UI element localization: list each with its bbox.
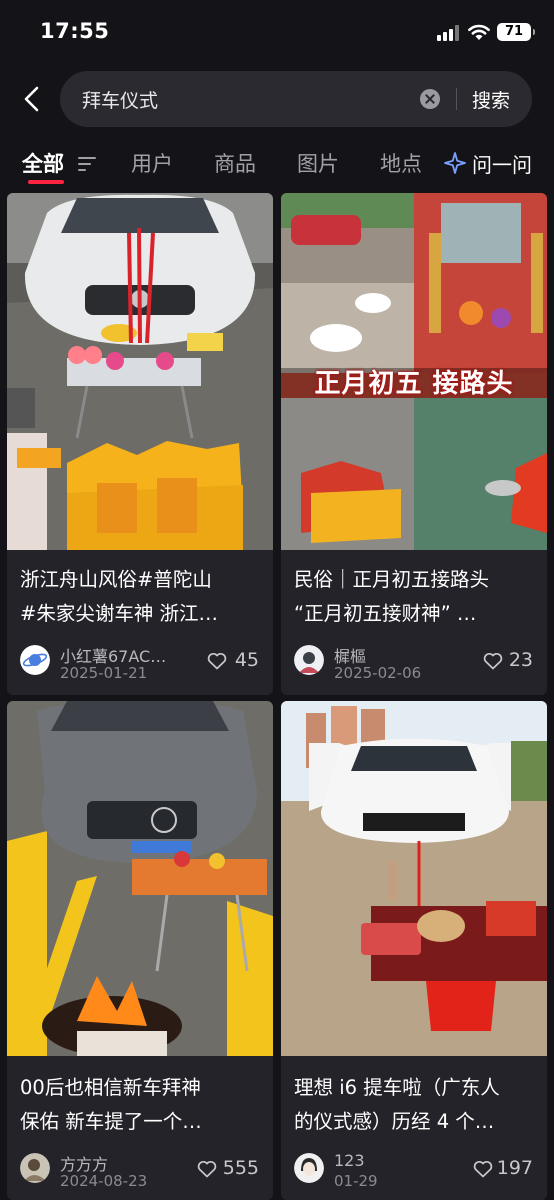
search-divider xyxy=(456,88,457,110)
search-button[interactable]: 搜索 xyxy=(472,86,510,113)
note-card[interactable]: 正月初五 接路头 民俗｜正月初五接路头 “正月初五接财神” … 樨樞 2025-… xyxy=(281,193,547,695)
avatar[interactable] xyxy=(20,645,50,675)
like-count: 555 xyxy=(222,1157,259,1179)
tab-all[interactable]: 全部 xyxy=(22,148,64,178)
heart-icon[interactable] xyxy=(197,1160,217,1178)
note-cover-image[interactable] xyxy=(281,701,547,1056)
like-count: 23 xyxy=(508,649,533,671)
wifi-icon xyxy=(468,24,490,40)
note-card[interactable]: 理想 i6 提车啦（广东人 的仪式感）历经 4 个… 123 01-29 197 xyxy=(281,701,547,1200)
tab-locations[interactable]: 地点 xyxy=(380,148,422,178)
filter-icon[interactable] xyxy=(78,157,96,171)
note-card[interactable]: 浙江舟山风俗#普陀山 #朱家尖谢车神 浙江… 小红薯67AC… 2025-01-… xyxy=(7,193,273,695)
note-title[interactable]: 浙江舟山风俗#普陀山 #朱家尖谢车神 浙江… xyxy=(20,563,265,631)
category-tabs: 全部 用户 商品 图片 地点 问一问 xyxy=(0,140,554,190)
note-title[interactable]: 理想 i6 提车啦（广东人 的仪式感）历经 4 个… xyxy=(294,1071,539,1139)
post-date: 2024-08-23 xyxy=(60,1172,148,1190)
note-cover-image[interactable] xyxy=(7,701,273,1056)
like-count: 45 xyxy=(234,649,259,671)
sparkle-icon xyxy=(444,152,466,174)
ask-label: 问一问 xyxy=(472,153,532,177)
post-date: 01-29 xyxy=(334,1172,378,1190)
note-title[interactable]: 民俗｜正月初五接路头 “正月初五接财神” … xyxy=(294,563,539,631)
tab-images[interactable]: 图片 xyxy=(297,148,339,178)
status-bar: 17:55 71 xyxy=(0,0,554,64)
post-date: 2025-02-06 xyxy=(334,664,422,682)
avatar[interactable] xyxy=(294,1153,324,1183)
search-input[interactable]: 拜车仪式 搜索 xyxy=(60,71,532,127)
status-time: 17:55 xyxy=(40,19,110,43)
like-count: 197 xyxy=(496,1157,533,1179)
post-date: 2025-01-21 xyxy=(60,664,148,682)
tab-users[interactable]: 用户 xyxy=(131,148,173,178)
heart-icon[interactable] xyxy=(207,652,227,670)
avatar[interactable] xyxy=(20,1153,50,1183)
note-cover-image[interactable] xyxy=(7,193,273,550)
avatar[interactable] xyxy=(294,645,324,675)
author-name[interactable]: 123 xyxy=(334,1151,365,1170)
image-overlay-caption: 正月初五 接路头 xyxy=(314,369,514,399)
heart-icon[interactable] xyxy=(473,1160,493,1178)
cellular-signal-icon xyxy=(437,25,459,41)
battery-tip xyxy=(533,29,535,35)
active-tab-indicator xyxy=(28,180,64,184)
search-query[interactable]: 拜车仪式 xyxy=(82,86,158,113)
back-arrow-icon[interactable] xyxy=(20,84,44,114)
battery-icon: 71 xyxy=(497,23,531,41)
clear-icon[interactable] xyxy=(420,89,440,109)
note-card[interactable]: 00后也相信新车拜神 保佑 新车提了一个… 方方方 2024-08-23 555 xyxy=(7,701,273,1200)
heart-icon[interactable] xyxy=(483,652,503,670)
note-title[interactable]: 00后也相信新车拜神 保佑 新车提了一个… xyxy=(20,1071,265,1139)
tab-products[interactable]: 商品 xyxy=(214,148,256,178)
ask-button[interactable]: 问一问 xyxy=(428,140,554,188)
